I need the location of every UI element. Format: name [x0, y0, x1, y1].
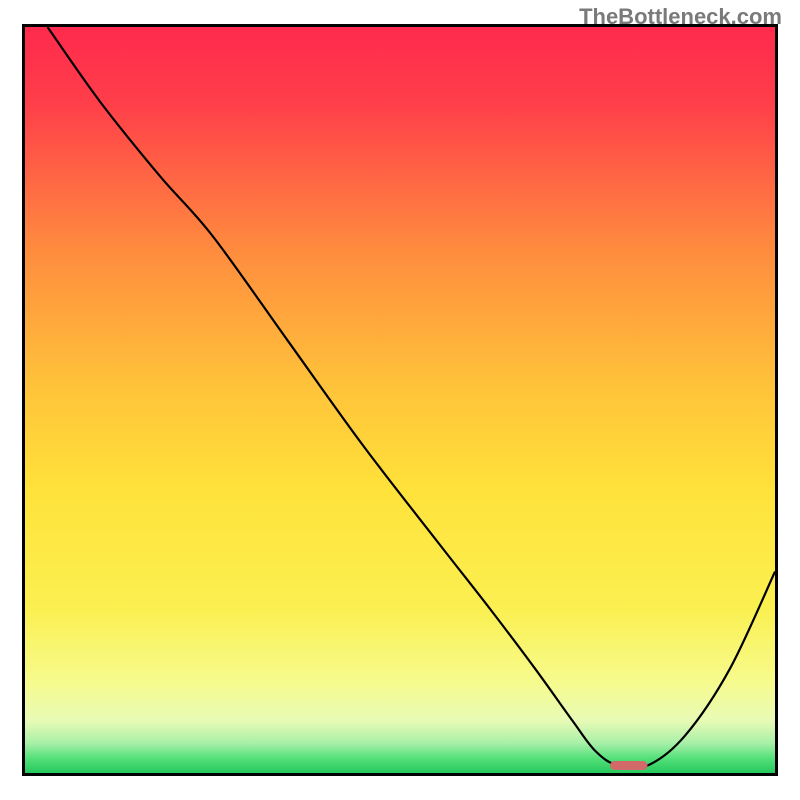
watermark-label: TheBottleneck.com — [579, 4, 782, 30]
gradient-background — [25, 27, 775, 773]
chart-container: TheBottleneck.com — [0, 0, 800, 800]
chart-svg — [25, 27, 775, 773]
optimal-indicator — [610, 761, 648, 770]
